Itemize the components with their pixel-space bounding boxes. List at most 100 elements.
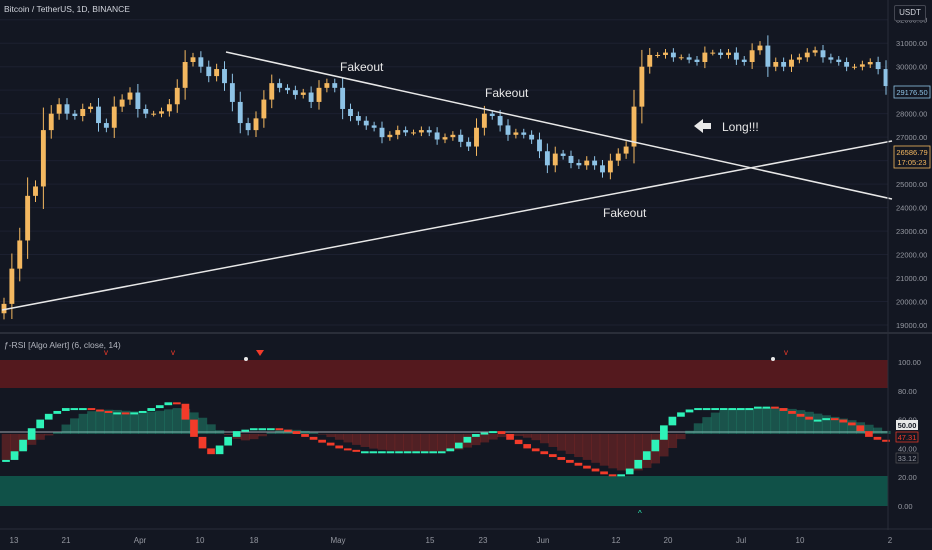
candle-body [379,127,385,138]
candle-body [497,116,503,126]
candle-body [48,113,54,131]
rsi-block [19,439,27,452]
rsi-block [566,459,574,463]
candle-body [773,62,779,67]
candle-body [639,66,645,107]
rsi-block [79,408,87,411]
rsi-block [215,445,224,455]
rsi-shadow-bar [668,434,678,448]
fakeout-label-3: Fakeout [603,206,647,220]
rsi-block [130,412,138,415]
rsi-block [830,418,839,421]
candle-body [261,99,267,119]
rsi-block [617,474,625,477]
price-tick-label: 20000.00 [896,298,927,307]
rsi-block [480,432,489,435]
rsi-block [796,413,805,417]
rsi-block [301,434,309,437]
rsi-tick-label: 80.00 [898,387,917,396]
candle-body [481,113,487,128]
rsi-block [548,454,557,458]
rsi-block [813,419,822,422]
candle-body [64,104,70,114]
candle-body [25,195,31,241]
rsi-block [318,439,326,443]
time-tick-label: 20 [664,536,673,545]
rsi-shadow-bar [70,418,80,434]
rsi-block [147,408,156,411]
candle-body [812,50,818,53]
time-tick-label: 12 [612,536,621,545]
rsi-shadow-bar [522,434,532,438]
sell-marker: v [784,348,788,357]
candle-body [702,52,708,63]
candle-body [474,127,479,147]
rsi-shadow-bar [770,407,780,434]
candle-body [631,106,637,147]
candle-body [663,52,668,55]
candle-body [529,134,535,140]
currency-button[interactable]: USDT [894,5,926,21]
rsi-block [386,451,395,454]
rsi-block [651,439,660,452]
rsi-shadow-bar [240,434,250,441]
rsi-block [437,451,446,454]
rsi-shadow-bar [813,413,823,434]
candle-body [340,87,346,109]
price-tick-label: 22000.00 [896,251,927,260]
candle-body [371,125,377,128]
candle-body [733,52,739,60]
candle-body [135,92,141,109]
candle-body [789,59,794,67]
rsi-shadow-bar [557,434,567,451]
candle-body [143,108,149,114]
price-tick-label: 27000.00 [896,133,927,142]
sell-marker: v [171,348,175,357]
indicator-title[interactable]: ƒ-RSI [Algo Alert] (6, close, 14) [4,340,121,350]
rsi-block [489,431,497,434]
candle-body [859,64,865,67]
rsi-shadow-bar [87,411,97,434]
candle-body [387,134,393,138]
symbol-title[interactable]: Bitcoin / TetherUS, 1D, BINANCE [4,4,130,14]
candle-body [710,52,716,54]
time-tick-label: May [330,536,345,545]
candle-body [828,57,834,60]
rsi-shadow-bar [608,434,618,469]
buy-marker: ^ [638,509,642,518]
rsi-block [736,408,745,411]
rsi-block [719,408,728,411]
rsi-signal-label: 33.12 [898,454,917,463]
rsi-block [745,408,754,411]
rsi-shadow-bar [480,434,490,443]
time-tick-label: Jul [736,536,746,545]
rsi-block [771,406,779,409]
rsi-block [27,428,36,440]
rsi-shadow-bar [326,434,336,438]
candle-body [670,52,676,58]
time-tick-label: Jun [537,536,550,545]
rsi-block [267,428,275,431]
rsi-block [284,429,292,432]
rsi-shadow-bar [1,434,11,460]
rsi-block [497,431,506,434]
rsi-shadow-bar [104,409,114,434]
candle-body [292,90,298,95]
candle-body [316,87,322,102]
candle-body [726,52,731,55]
rsi-block [429,451,438,454]
candle-body [796,57,802,60]
rsi-block [181,403,190,420]
candle-body [17,240,23,269]
rsi-shadow-bar [95,409,105,434]
rsi-block [822,418,831,421]
rsi-block [403,451,412,454]
candle-body [537,139,542,152]
rsi-block [472,434,480,437]
candle-body [426,130,432,133]
rsi-shadow-bar [685,430,695,434]
rsi-mid-label: 50.00 [898,421,917,430]
rsi-shadow-bar [591,434,601,463]
rsi-shadow-bar [377,434,387,450]
rsi-block [788,410,796,414]
